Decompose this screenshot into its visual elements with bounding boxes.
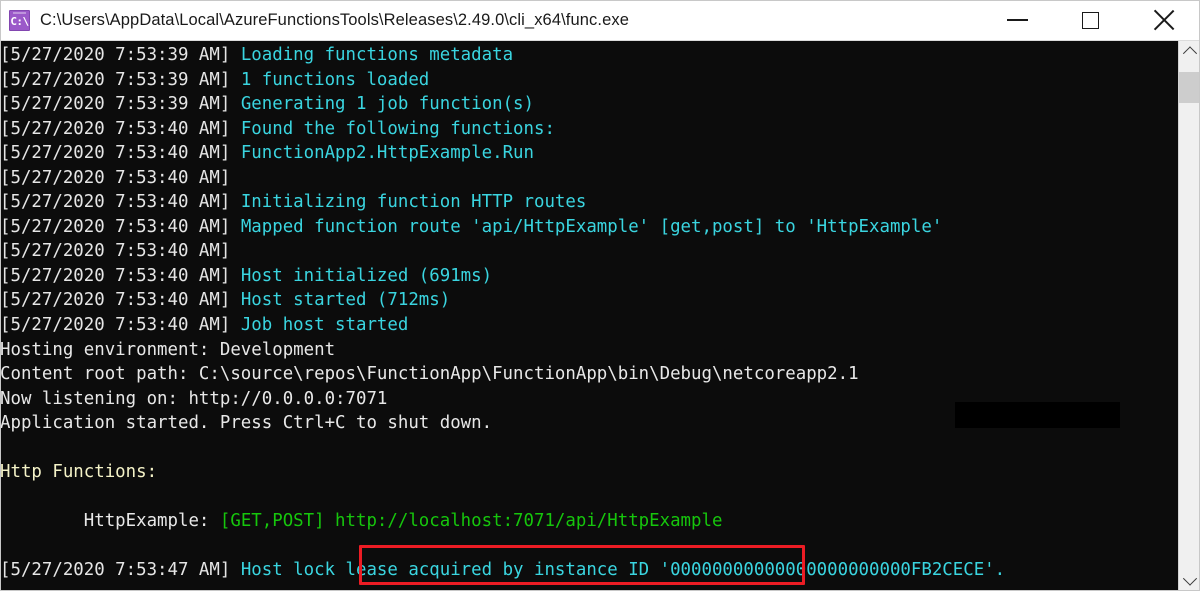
console-line-segment: Now listening on: http://0.0.0.0:7071 <box>0 388 388 409</box>
console-line-segment: [5/27/2020 7:53:47 AM] <box>0 560 241 581</box>
console-line: [5/27/2020 7:53:40 AM] Initializing func… <box>0 190 1178 215</box>
close-icon <box>1153 9 1175 31</box>
console-line-segment: Mapped function route 'api/HttpExample' … <box>240 216 943 237</box>
console-line-segment: [5/27/2020 7:53:39 AM] <box>0 45 241 65</box>
console-line: [5/27/2020 7:53:39 AM] Loading functions… <box>0 43 1178 68</box>
console-line-segment: [5/27/2020 7:53:40 AM] <box>0 265 241 286</box>
scroll-down-arrow[interactable] <box>1179 569 1200 591</box>
console-line-segment: [5/27/2020 7:53:40 AM] <box>0 118 241 139</box>
redaction-box <box>955 402 1120 428</box>
chevron-up-icon <box>1182 46 1197 61</box>
console-line-segment: Job host started <box>240 315 409 336</box>
maximize-icon <box>1082 11 1099 29</box>
scrollbar-track[interactable] <box>1179 63 1200 569</box>
console-line-segment: 1 functions loaded <box>240 69 430 90</box>
console-line-segment: [5/27/2020 7:53:39 AM] <box>0 69 241 90</box>
console-line: [5/27/2020 7:53:40 AM] <box>0 239 1178 264</box>
console-line: [5/27/2020 7:53:47 AM] Host lock lease a… <box>0 558 1178 583</box>
chevron-down-icon <box>1182 571 1197 586</box>
console-line-segment: Generating 1 job function(s) <box>240 94 534 115</box>
close-button[interactable] <box>1127 0 1200 40</box>
console-line-segment: Application started. Press Ctrl+C to shu… <box>0 413 493 434</box>
console-line: Http Functions: <box>0 460 1178 485</box>
console-line-segment: http://localhost:7071/api/HttpExample <box>335 511 723 532</box>
console-line-segment: HttpExample: <box>0 511 220 532</box>
console-icon-glyph: C:\ <box>10 14 29 28</box>
window-title: C:\Users\AppData\Local\AzureFunctionsToo… <box>40 10 629 29</box>
console-line-segment: Host lock lease acquired by instance ID … <box>240 560 1006 581</box>
maximize-button[interactable] <box>1054 0 1127 40</box>
console-text: [5/27/2020 7:53:39 AM] Loading functions… <box>0 43 1178 583</box>
console-line-segment: [5/27/2020 7:53:40 AM] <box>0 241 241 262</box>
console-line-segment: Http Functions: <box>0 462 158 483</box>
console-line-segment: Loading functions metadata <box>240 45 514 65</box>
console-line: [5/27/2020 7:53:40 AM] Found the followi… <box>0 117 1178 142</box>
console-line: [5/27/2020 7:53:40 AM] Host started (712… <box>0 288 1178 313</box>
title-bar-left: C:\ C:\Users\AppData\Local\AzureFunction… <box>0 9 981 31</box>
window-controls <box>981 0 1200 40</box>
console-line-segment: [5/27/2020 7:53:40 AM] <box>0 192 241 213</box>
console-line-segment: Host initialized (691ms) <box>240 265 493 286</box>
console-line-segment: Found the following functions: <box>240 118 555 139</box>
console-output-area[interactable]: [5/27/2020 7:53:39 AM] Loading functions… <box>0 41 1178 591</box>
console-window: C:\ C:\Users\AppData\Local\AzureFunction… <box>0 0 1200 591</box>
console-line-segment: [5/27/2020 7:53:40 AM] <box>0 143 241 164</box>
console-line-segment: [5/27/2020 7:53:40 AM] <box>0 315 241 336</box>
console-line: HttpExample: [GET,POST] http://localhost… <box>0 509 1178 534</box>
scroll-up-arrow[interactable] <box>1179 41 1200 63</box>
console-line-segment: Host started (712ms) <box>240 290 451 311</box>
console-line-segment: [5/27/2020 7:53:39 AM] <box>0 94 241 115</box>
console-line-segment: Hosting environment: Development <box>0 339 336 360</box>
console-line: Hosting environment: Development <box>0 338 1178 363</box>
console-line: [5/27/2020 7:53:40 AM] Host initialized … <box>0 264 1178 289</box>
console-line: [5/27/2020 7:53:40 AM] <box>0 166 1178 191</box>
console-line: [5/27/2020 7:53:39 AM] Generating 1 job … <box>0 92 1178 117</box>
console-line-segment: [GET,POST] <box>219 511 336 532</box>
console-line-segment: [5/27/2020 7:53:40 AM] <box>0 167 241 188</box>
console-app-icon: C:\ <box>9 9 30 31</box>
console-line: [5/27/2020 7:53:40 AM] FunctionApp2.Http… <box>0 141 1178 166</box>
vertical-scrollbar[interactable] <box>1178 41 1200 591</box>
console-line-segment: [5/27/2020 7:53:40 AM] <box>0 216 241 237</box>
minimize-icon <box>1007 19 1028 21</box>
minimize-button[interactable] <box>981 0 1054 40</box>
console-line: [5/27/2020 7:53:40 AM] Job host started <box>0 313 1178 338</box>
console-line-segment: Initializing function HTTP routes <box>240 192 587 213</box>
console-line: Content root path: C:\source\repos\Funct… <box>0 362 1178 387</box>
console-line: [5/27/2020 7:53:40 AM] Mapped function r… <box>0 215 1178 240</box>
console-line-segment: [5/27/2020 7:53:40 AM] <box>0 290 241 311</box>
console-line-segment: Content root path: C:\source\repos\Funct… <box>0 364 859 385</box>
console-line: [5/27/2020 7:53:39 AM] 1 functions loade… <box>0 68 1178 93</box>
title-bar[interactable]: C:\ C:\Users\AppData\Local\AzureFunction… <box>0 0 1200 41</box>
console-line-segment: FunctionApp2.HttpExample.Run <box>240 143 534 164</box>
scroll-thumb[interactable] <box>1179 72 1200 103</box>
